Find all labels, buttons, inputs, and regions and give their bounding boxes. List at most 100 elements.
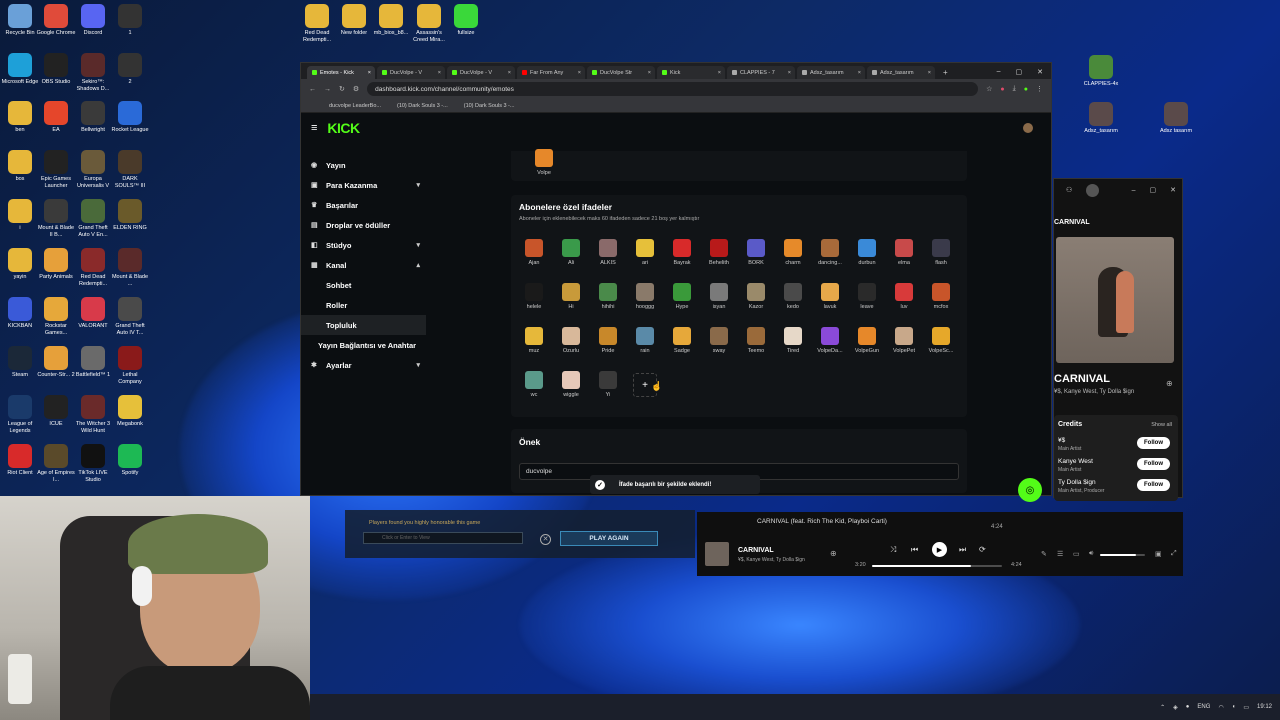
desktop-icon[interactable]: OBS Studio [36, 53, 76, 86]
emote-volpe[interactable]: Volpe [529, 149, 559, 176]
emote-item[interactable]: Ajan [519, 239, 549, 266]
repeat-icon[interactable]: ⟳ [979, 545, 986, 554]
emote-item[interactable]: hooggg [630, 283, 660, 310]
add-icon[interactable]: ⊕ [1166, 379, 1173, 388]
desktop-icon[interactable]: Mount & Blade II B... [36, 199, 76, 239]
chevron-down-icon[interactable]: ▾ [416, 181, 420, 189]
emote-item[interactable]: kedo [778, 283, 808, 310]
sidebar-item[interactable]: Topluluk [301, 315, 426, 335]
play-button[interactable]: ▶ [932, 542, 947, 557]
emote-item[interactable]: VolpeGun [852, 327, 882, 354]
desktop-icon[interactable]: Recycle Bin [0, 4, 40, 37]
browser-tab[interactable]: DucVolpe Str × [587, 66, 655, 79]
lyrics-icon[interactable]: ✎ [1041, 550, 1047, 558]
browser-tab[interactable]: CLAPPIES - 7 × [727, 66, 795, 79]
chevron-up-icon[interactable]: ▴ [416, 261, 420, 269]
tab-close-icon[interactable]: × [718, 70, 721, 76]
browser-tab[interactable]: Emotes - Kick × [307, 66, 375, 79]
desktop-icon[interactable]: Adsz_tasarım [1081, 102, 1121, 135]
url-field[interactable]: dashboard.kick.com/channel/community/emo… [367, 82, 979, 96]
minimize-button[interactable]: – [997, 68, 1001, 76]
network-icon[interactable]: ◈ [1173, 704, 1178, 711]
desktop-icon[interactable]: Party Animals [36, 248, 76, 281]
sidebar-item[interactable]: ▦ Kanal ▴ [301, 255, 426, 275]
emote-item[interactable]: Kazor [741, 283, 771, 310]
add-to-library-icon[interactable]: ⊕ [830, 549, 837, 558]
sidebar-item[interactable]: Roller [301, 295, 426, 315]
sidebar-item[interactable]: ▤ Droplar ve ödüller [301, 215, 426, 235]
emote-item[interactable]: mcfox [926, 283, 956, 310]
desktop-icon[interactable]: Rocket League [110, 101, 150, 134]
now-title[interactable]: CARNIVAL [738, 547, 774, 554]
desktop-icon[interactable]: New folder [334, 4, 374, 37]
desktop-icon[interactable]: ben [0, 101, 40, 134]
desktop-icon[interactable]: Lethal Company [110, 346, 150, 386]
dismiss-icon[interactable]: ✕ [540, 534, 551, 545]
browser-tab[interactable]: Kick × [657, 66, 725, 79]
tab-close-icon[interactable]: × [438, 70, 441, 76]
follow-button[interactable]: Follow [1137, 437, 1170, 449]
language-indicator[interactable]: ENG [1197, 704, 1210, 710]
battery-icon[interactable]: ▭ [1243, 704, 1249, 711]
emote-item[interactable]: helele [519, 283, 549, 310]
desktop-icon[interactable]: Megabonk [110, 395, 150, 428]
desktop-icon[interactable]: Grand Theft Auto V En... [73, 199, 113, 239]
emote-item[interactable]: Ozurlu [556, 327, 586, 354]
bookmark-item[interactable]: (10) Dark Souls 3 -... [397, 103, 448, 109]
browser-tab[interactable]: Adsz_tasarım × [797, 66, 865, 79]
desktop-icon[interactable]: TikTok LIVE Studio [73, 444, 113, 484]
back-icon[interactable]: ← [309, 86, 316, 93]
mic-icon[interactable]: ● [1186, 704, 1190, 710]
hamburger-icon[interactable]: ≡ [311, 122, 317, 134]
desktop-icon[interactable]: Red Dead Redempti... [73, 248, 113, 288]
forward-icon[interactable]: → [324, 86, 331, 93]
browser-tab[interactable]: DucVolpe - V × [447, 66, 515, 79]
emote-item[interactable]: leave [852, 283, 882, 310]
chevron-down-icon[interactable]: ▾ [416, 241, 420, 249]
desktop-icon[interactable]: Adsz tasarım [1156, 102, 1196, 135]
desktop-icon[interactable]: yayin [0, 248, 40, 281]
emote-item[interactable]: elma [889, 239, 919, 266]
tab-close-icon[interactable]: × [508, 70, 511, 76]
desktop-icon[interactable]: Steam [0, 346, 40, 379]
tab-close-icon[interactable]: × [368, 70, 371, 76]
avatar[interactable] [1086, 183, 1100, 197]
progress-bar[interactable] [872, 565, 1002, 567]
desktop-icon[interactable]: CLAPPIES-4x [1081, 55, 1121, 88]
emote-item[interactable]: ALKIS [593, 239, 623, 266]
tray-chevron-icon[interactable]: ⌃ [1160, 704, 1165, 711]
maximize-button[interactable]: ▢ [1150, 186, 1157, 194]
sidebar-item[interactable]: ▣ Para Kazanma ▾ [301, 175, 426, 195]
desktop-icon[interactable]: Mount & Blade ... [110, 248, 150, 288]
devices-icon[interactable]: ▭ [1073, 550, 1080, 558]
emote-item[interactable]: dancing... [815, 239, 845, 266]
close-button[interactable]: ✕ [1170, 186, 1176, 194]
tab-close-icon[interactable]: × [858, 70, 861, 76]
emote-item[interactable]: isyan [704, 283, 734, 310]
desktop-icon[interactable]: The Witcher 3 Wild Hunt [73, 395, 113, 435]
desktop-icon[interactable]: mb_bios_b8... [371, 4, 411, 37]
emote-item[interactable]: BORK [741, 239, 771, 266]
desktop-icon[interactable]: Microsoft Edge [0, 53, 40, 86]
shuffle-icon[interactable]: ⤨ [890, 545, 896, 555]
chevron-down-icon[interactable]: ▾ [416, 361, 420, 369]
emote-item[interactable]: Hype [667, 283, 697, 310]
clock[interactable]: 19:12 [1257, 704, 1272, 710]
profile-icon[interactable]: ● [1024, 86, 1028, 93]
tab-close-icon[interactable]: × [928, 70, 931, 76]
browser-tab[interactable]: Far From Any × [517, 66, 585, 79]
extensions-icon[interactable]: ● [1000, 86, 1004, 93]
sidebar-item[interactable]: Sohbet [301, 275, 426, 295]
desktop-icon[interactable]: Epic Games Launcher [36, 150, 76, 190]
volume-bar[interactable] [1100, 554, 1145, 556]
emote-item[interactable]: Pride [593, 327, 623, 354]
follow-button[interactable]: Follow [1137, 479, 1170, 491]
emote-item[interactable]: Hi [556, 283, 586, 310]
emote-item[interactable]: sway [704, 327, 734, 354]
desktop-icon[interactable]: ICUE [36, 395, 76, 428]
reload-icon[interactable]: ↻ [339, 85, 345, 93]
emote-item[interactable]: VolpeDa... [815, 327, 845, 354]
desktop-icon[interactable]: Google Chrome [36, 4, 76, 37]
desktop-icon[interactable]: KICKBAN [0, 297, 40, 330]
sidebar-item[interactable]: ♛ Başarılar [301, 195, 426, 215]
